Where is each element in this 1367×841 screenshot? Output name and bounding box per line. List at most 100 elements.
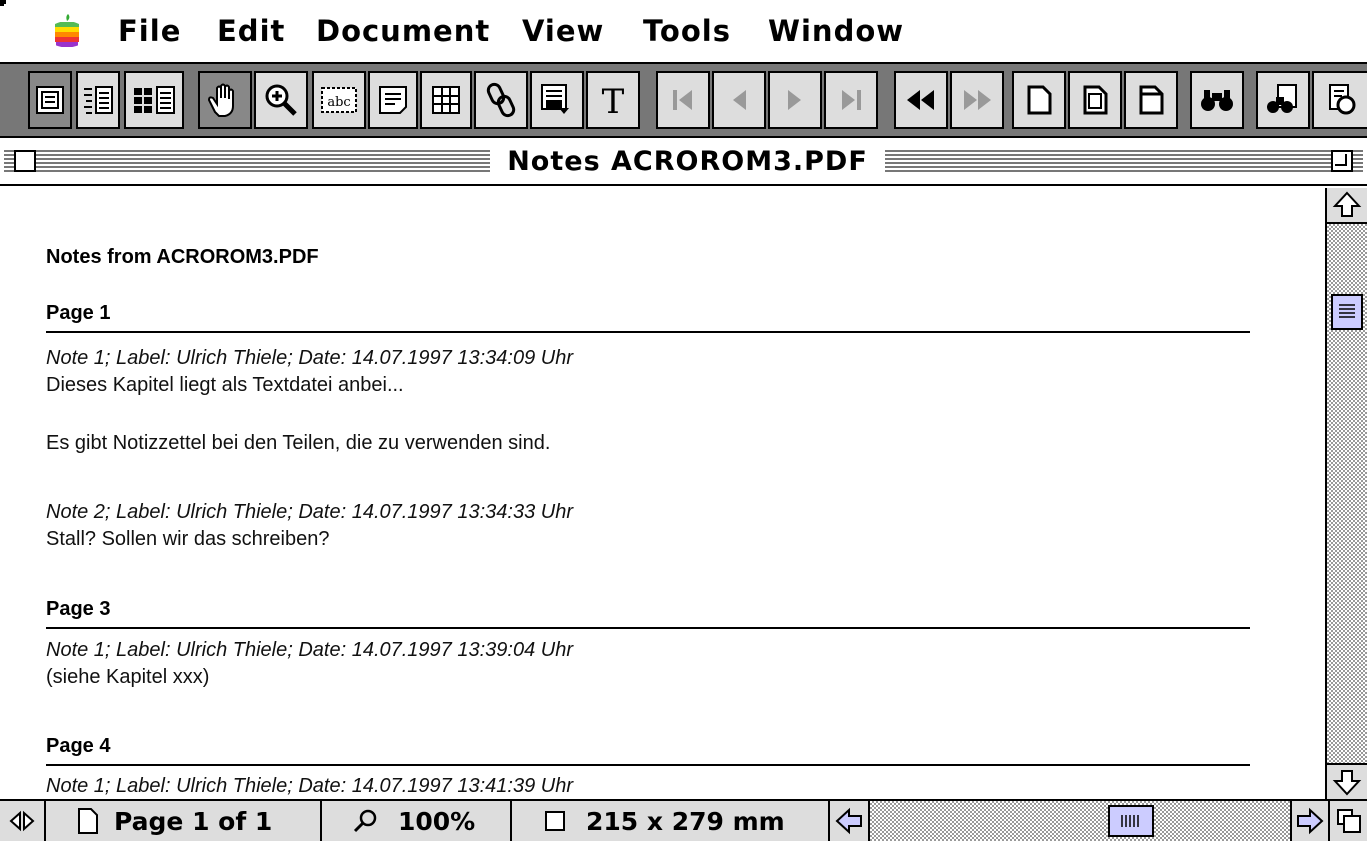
note-meta: Note 2; Label: Ulrich Thiele; Date: 14.0… [46, 501, 573, 523]
fit-width-icon [1139, 85, 1164, 115]
note-tool-icon [379, 86, 407, 114]
note-meta: Note 1; Label: Ulrich Thiele; Date: 14.0… [46, 347, 573, 369]
next-page-button[interactable] [768, 71, 822, 129]
status-bar: Page 1 of 1 100% 215 x 279 mm [0, 799, 1367, 841]
window-title: Notes ACROROM3.PDF [490, 146, 885, 178]
horizontal-scroll-thumb[interactable] [1108, 805, 1154, 837]
grow-box[interactable] [1330, 801, 1367, 841]
previous-page-button[interactable] [712, 71, 766, 129]
page-only-view-icon [36, 86, 64, 114]
menu-bar: File Edit Document View Tools Window [0, 0, 1367, 60]
first-page-icon [673, 90, 692, 110]
find-button[interactable] [1190, 71, 1244, 129]
vertical-scroll-thumb[interactable] [1331, 294, 1363, 330]
page-size-field[interactable]: 215 x 279 mm [512, 801, 830, 841]
crop-tool-icon [432, 86, 460, 114]
close-box-button[interactable] [14, 150, 36, 172]
note-meta: Note 1; Label: Ulrich Thiele; Date: 14.0… [46, 639, 573, 661]
hand-tool-icon [207, 83, 234, 117]
first-page-button[interactable] [656, 71, 710, 129]
page-icon [78, 808, 98, 834]
actual-size-icon [1027, 85, 1052, 115]
page-only-view-button[interactable] [28, 71, 72, 129]
svg-text:abc: abc [327, 95, 350, 110]
go-back-icon [907, 90, 934, 110]
zoom-field[interactable]: 100% [322, 801, 512, 841]
actual-size-button[interactable] [1012, 71, 1066, 129]
crop-tool-button[interactable] [420, 71, 472, 129]
text-select-tool-button[interactable]: abc [312, 71, 366, 129]
search-button[interactable] [1256, 71, 1310, 129]
vertical-scrollbar[interactable] [1325, 188, 1367, 799]
page-size-icon [545, 811, 565, 831]
apple-menu-icon[interactable] [52, 14, 82, 48]
search-results-button[interactable] [1312, 71, 1367, 129]
zoom-level-text: 100% [398, 806, 476, 836]
screen-corner [0, 0, 6, 6]
bookmarks-and-page-view-icon [84, 86, 113, 114]
grip-icon [1121, 815, 1139, 827]
scroll-down-button[interactable] [1327, 763, 1367, 799]
scroll-right-button[interactable] [1290, 801, 1330, 841]
document-view[interactable]: Notes from ACROROM3.PDF Page 1 Note 1; L… [0, 188, 1325, 799]
search-results-icon [1329, 84, 1356, 115]
menu-window[interactable]: Window [768, 14, 904, 48]
go-forward-icon [964, 90, 991, 110]
fit-page-button[interactable] [1068, 71, 1122, 129]
go-back-button[interactable] [894, 71, 948, 129]
form-tool-button[interactable] [530, 71, 584, 129]
search-icon [1267, 84, 1297, 113]
find-icon [1201, 90, 1233, 111]
go-forward-button[interactable] [950, 71, 1004, 129]
thumbnails-view-button[interactable] [124, 71, 184, 129]
svg-text:T: T [602, 82, 625, 118]
split-handle[interactable] [0, 801, 46, 841]
magnifier-icon [353, 809, 377, 833]
text-select-tool-icon: abc [321, 87, 357, 113]
menu-edit[interactable]: Edit [217, 14, 285, 48]
thumbnails-and-page-view-icon [134, 86, 175, 114]
arrow-right-icon [1297, 807, 1324, 835]
page-heading: Page 1 [46, 302, 1250, 333]
note-meta: Note 1; Label: Ulrich Thiele; Date: 14.0… [46, 775, 573, 797]
zoom-tool-button[interactable] [254, 71, 308, 129]
fit-width-button[interactable] [1124, 71, 1178, 129]
arrow-up-icon [1332, 191, 1362, 217]
scroll-left-button[interactable] [830, 801, 870, 841]
next-page-icon [788, 90, 801, 110]
zoom-tool-icon [265, 84, 297, 116]
form-tool-icon [541, 84, 569, 114]
note-text: Dieses Kapitel liegt als Textdatei anbei… [46, 374, 404, 396]
link-tool-button[interactable] [474, 71, 528, 129]
menu-document[interactable]: Document [316, 14, 490, 48]
document-title: Notes from ACROROM3.PDF [46, 246, 319, 268]
hand-tool-button[interactable] [198, 71, 252, 129]
menu-view[interactable]: View [522, 14, 604, 48]
menu-tools[interactable]: Tools [643, 14, 731, 48]
last-page-button[interactable] [824, 71, 878, 129]
note-text: Es gibt Notizzettel bei den Teilen, die … [46, 432, 551, 454]
menu-file[interactable]: File [118, 14, 181, 48]
note-text: (siehe Kapitel xxx) [46, 666, 210, 688]
zoom-box-button[interactable] [1331, 150, 1353, 172]
previous-page-icon [733, 90, 746, 110]
link-tool-icon [486, 82, 516, 118]
bookmarks-view-button[interactable] [76, 71, 120, 129]
note-tool-button[interactable] [368, 71, 418, 129]
fit-page-icon [1083, 85, 1108, 115]
toolbar: abc T [0, 62, 1367, 138]
touchup-text-tool-icon: T [602, 82, 625, 118]
horizontal-scrollbar[interactable] [870, 801, 1290, 841]
split-handle-icon [9, 810, 35, 832]
page-heading: Page 4 [46, 735, 1250, 766]
grip-icon [1339, 304, 1355, 318]
arrow-left-icon [835, 807, 862, 835]
window-title-bar[interactable]: Notes ACROROM3.PDF [0, 140, 1367, 186]
page-heading: Page 3 [46, 598, 1250, 629]
arrow-down-icon [1332, 770, 1362, 796]
touchup-text-tool-button[interactable]: T [586, 71, 640, 129]
scroll-up-button[interactable] [1327, 188, 1367, 224]
last-page-icon [842, 90, 861, 110]
resize-icon [1336, 809, 1361, 833]
page-number-field[interactable]: Page 1 of 1 [46, 801, 322, 841]
